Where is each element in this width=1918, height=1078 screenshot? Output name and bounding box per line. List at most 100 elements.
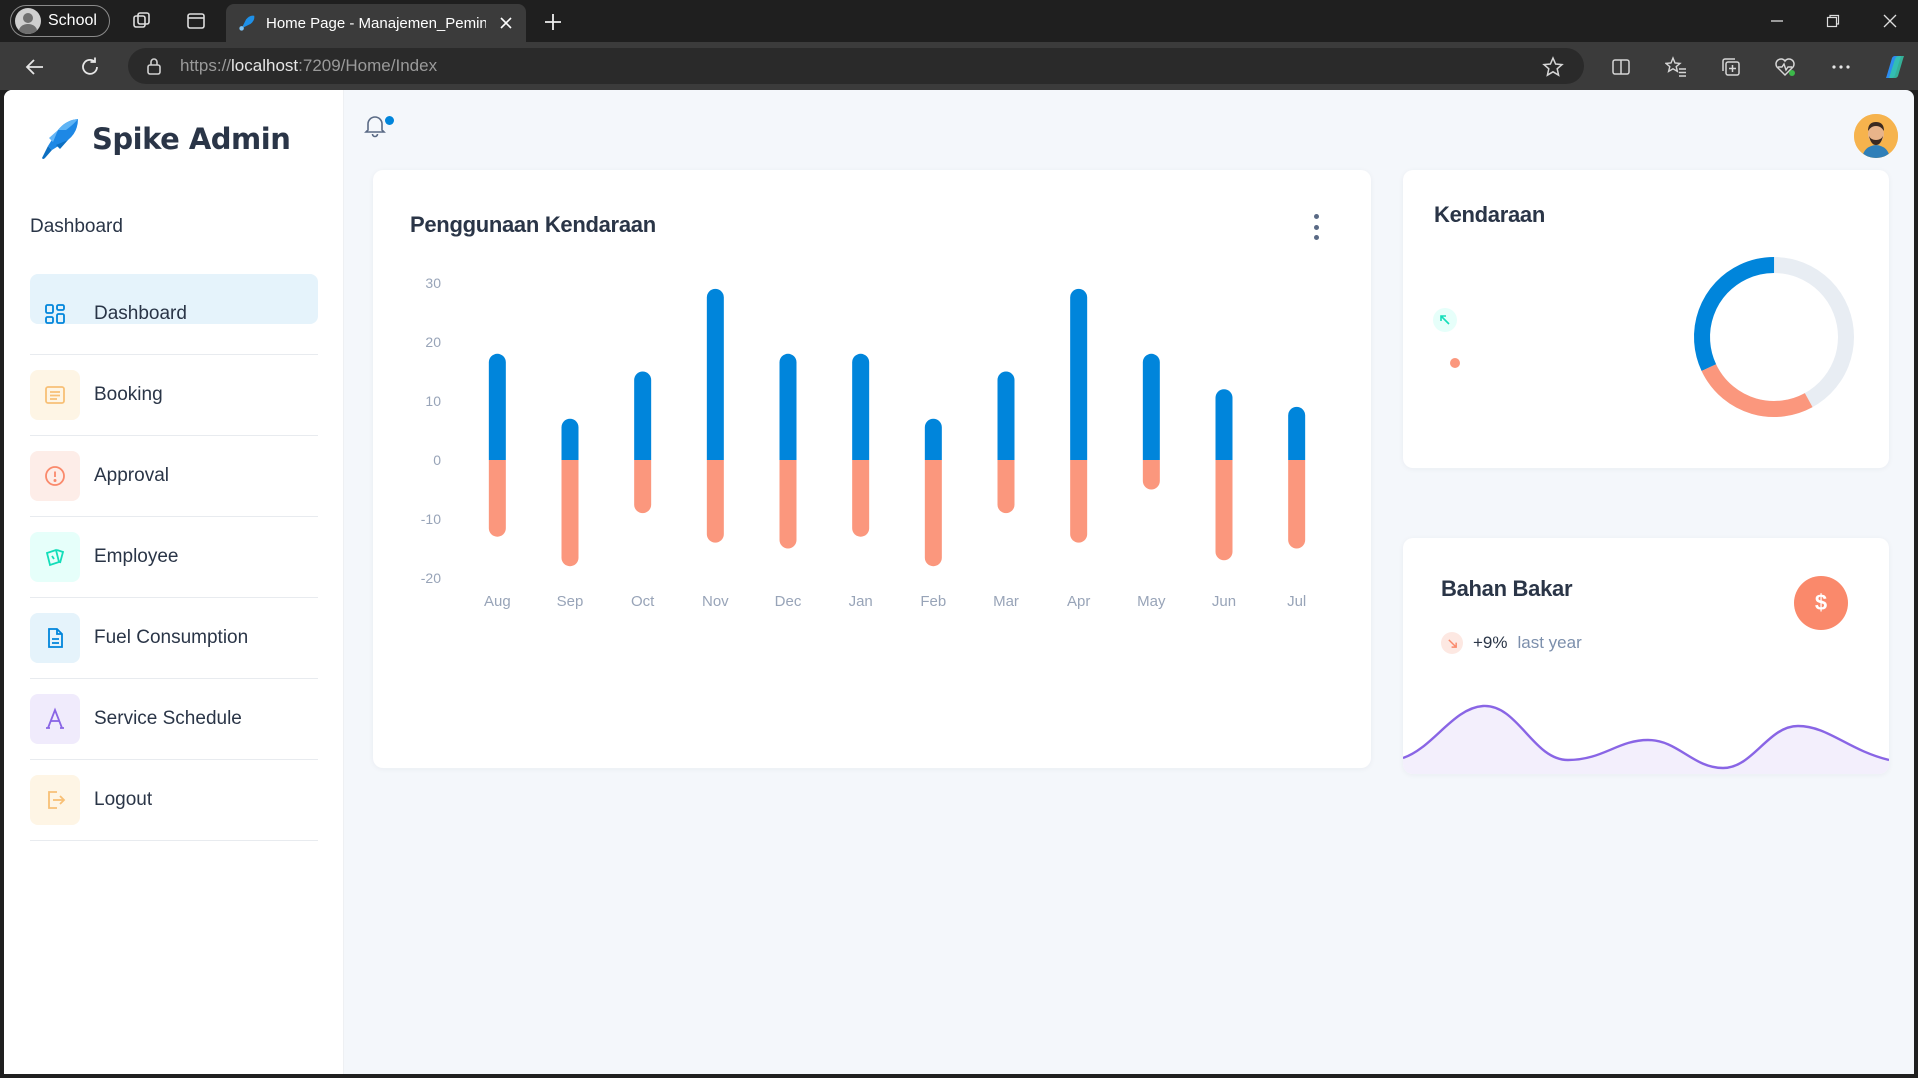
- refresh-icon[interactable]: [77, 54, 103, 80]
- sidebar-item-employee[interactable]: Employee: [30, 517, 318, 598]
- vehicle-donut-chart: [1689, 252, 1859, 422]
- bar-aug-series-2[interactable]: [488, 460, 506, 537]
- bar-mar-series-1[interactable]: [997, 371, 1015, 461]
- brand-name: Spike Admin: [92, 122, 291, 156]
- bar-nov-series-1[interactable]: [706, 288, 724, 460]
- sidebar-item-label: Approval: [94, 465, 169, 486]
- y-tick-label: 20: [425, 334, 441, 350]
- bar-sep-series-1[interactable]: [561, 418, 579, 460]
- bar-jul-series-2[interactable]: [1288, 460, 1306, 549]
- x-tick-label: Jul: [1287, 593, 1306, 610]
- sidebar-item-booking[interactable]: Booking: [30, 355, 318, 436]
- x-tick-label: Sep: [557, 593, 584, 610]
- y-tick-label: 10: [425, 393, 441, 409]
- url-field[interactable]: https://localhost:7209/Home/Index: [128, 48, 1584, 84]
- lock-icon[interactable]: [146, 57, 162, 75]
- more-options-icon[interactable]: [1828, 54, 1854, 80]
- cards-icon: [30, 532, 80, 582]
- profile-name: School: [48, 12, 97, 29]
- profile-button[interactable]: School: [10, 5, 110, 37]
- y-tick-label: -20: [421, 570, 441, 586]
- tab-close-icon[interactable]: [496, 13, 516, 33]
- sidebar-nav: Dashboard Booking Approval Employee Fuel…: [30, 274, 318, 841]
- typography-icon: [30, 694, 80, 744]
- bar-jun-series-2[interactable]: [1215, 460, 1233, 561]
- bar-aug-series-1[interactable]: [488, 353, 506, 460]
- page: Spike Admin Dashboard Dashboard Booking: [4, 90, 1914, 1074]
- bar-apr-series-2[interactable]: [1070, 460, 1088, 543]
- bar-feb-series-2[interactable]: [924, 460, 942, 567]
- bar-apr-series-1[interactable]: [1070, 288, 1088, 460]
- bar-jan-series-2[interactable]: [852, 460, 870, 537]
- x-tick-label: Mar: [993, 593, 1019, 610]
- fuel-card-title: Bahan Bakar: [1441, 576, 1573, 601]
- workspaces-icon[interactable]: [130, 9, 154, 33]
- bar-nov-series-2[interactable]: [706, 460, 724, 543]
- url-text: https://localhost:7209/Home/Index: [180, 56, 438, 75]
- alert-circle-icon: [30, 451, 80, 501]
- x-tick-label: Apr: [1067, 593, 1090, 610]
- bar-jul-series-1[interactable]: [1288, 406, 1306, 460]
- favorite-star-icon[interactable]: [1540, 54, 1566, 80]
- login-icon: [30, 775, 80, 825]
- restore-icon[interactable]: [1820, 8, 1846, 34]
- sidebar-item-approval[interactable]: Approval: [30, 436, 318, 517]
- close-window-icon[interactable]: [1877, 8, 1903, 34]
- active-tab[interactable]: Home Page - Manajemen_Peminja: [226, 4, 526, 42]
- sidebar-item-logout[interactable]: Logout: [30, 760, 318, 841]
- x-tick-label: Jan: [849, 593, 873, 610]
- dollar-icon[interactable]: $: [1794, 576, 1848, 630]
- new-tab-icon[interactable]: [540, 9, 566, 35]
- minimize-icon[interactable]: [1764, 8, 1790, 34]
- bar-mar-series-2[interactable]: [997, 460, 1015, 514]
- bar-oct-series-1[interactable]: [634, 371, 652, 461]
- x-tick-label: Dec: [775, 593, 802, 610]
- bar-jan-series-1[interactable]: [852, 353, 870, 460]
- tab-title: Home Page - Manajemen_Peminja: [266, 14, 486, 32]
- dashboard-icon: [30, 289, 80, 339]
- x-tick-label: Feb: [920, 593, 946, 610]
- fuel-trend: +9% last year: [1441, 632, 1582, 654]
- profile-avatar-icon: [15, 8, 41, 34]
- x-tick-label: Jun: [1212, 593, 1236, 610]
- favorites-icon[interactable]: [1663, 54, 1689, 80]
- x-tick-label: Oct: [631, 593, 655, 610]
- fuel-card: Bahan Bakar $ +9% last year: [1403, 538, 1889, 774]
- sidebar-item-label: Employee: [94, 546, 179, 567]
- split-screen-icon[interactable]: [1608, 54, 1634, 80]
- sidebar-item-label: Dashboard: [94, 303, 187, 324]
- browser-essentials-icon[interactable]: [1772, 54, 1798, 80]
- address-bar: https://localhost:7209/Home/Index: [0, 42, 1918, 90]
- brand-logo[interactable]: Spike Admin: [36, 116, 291, 162]
- bar-may-series-2[interactable]: [1142, 460, 1160, 490]
- bar-oct-series-2[interactable]: [634, 460, 652, 514]
- fuel-trend-label: last year: [1517, 633, 1582, 652]
- sidebar-item-label: Service Schedule: [94, 708, 242, 729]
- list-icon: [30, 370, 80, 420]
- sidebar-item-dashboard[interactable]: Dashboard: [30, 274, 318, 355]
- copilot-icon[interactable]: [1880, 52, 1910, 82]
- file-icon: [30, 613, 80, 663]
- back-icon[interactable]: [22, 54, 48, 80]
- legend-dot: [1450, 358, 1460, 368]
- donut-segment-secondary[interactable]: [1689, 252, 1859, 422]
- tab-favicon-icon: [239, 15, 255, 31]
- bar-feb-series-1[interactable]: [924, 418, 942, 460]
- bar-may-series-1[interactable]: [1142, 353, 1160, 460]
- sidebar-item-label: Logout: [94, 789, 153, 810]
- bar-sep-series-2[interactable]: [561, 460, 579, 567]
- donut-segment-primary[interactable]: [1689, 252, 1859, 422]
- y-tick-label: -10: [421, 511, 441, 527]
- arrow-up-left-icon: [1433, 308, 1457, 332]
- collections-icon[interactable]: [1718, 54, 1744, 80]
- tab-actions-icon[interactable]: [184, 9, 208, 33]
- y-tick-label: 30: [425, 275, 441, 291]
- bar-jun-series-1[interactable]: [1215, 389, 1233, 460]
- bar-dec-series-1[interactable]: [779, 353, 797, 460]
- nav-section-heading: Dashboard: [30, 216, 123, 237]
- sidebar-item-fuel-consumption[interactable]: Fuel Consumption: [30, 598, 318, 679]
- bar-dec-series-2[interactable]: [779, 460, 797, 549]
- x-tick-label: Nov: [702, 593, 729, 610]
- user-avatar[interactable]: [1854, 114, 1898, 158]
- sidebar-item-service-schedule[interactable]: Service Schedule: [30, 679, 318, 760]
